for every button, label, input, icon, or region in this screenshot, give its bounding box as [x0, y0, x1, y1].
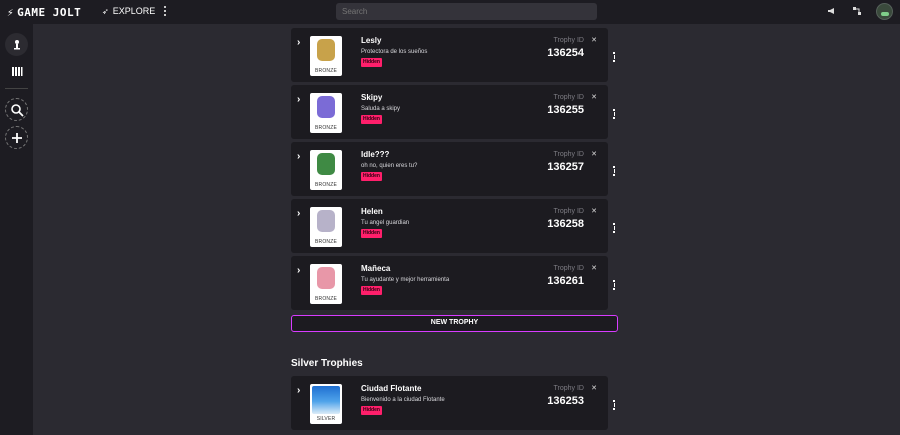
library-icon[interactable]	[5, 33, 28, 56]
close-icon[interactable]: ✕	[591, 93, 597, 101]
expand-chevron-icon[interactable]: ›	[297, 94, 300, 105]
trophy-id-label: Trophy ID	[553, 94, 584, 101]
trophy-description: Bienvenido a la ciudad Flotante	[361, 397, 445, 403]
explore-label: EXPLORE	[112, 6, 156, 16]
expand-chevron-icon[interactable]: ›	[297, 265, 300, 276]
stats-icon[interactable]	[5, 59, 28, 82]
close-icon[interactable]: ✕	[591, 264, 597, 272]
trophy-name: Idle???	[361, 150, 390, 159]
trophy-card[interactable]: › SILVER Ciudad Flotante Bienvenido a la…	[291, 376, 608, 430]
character-sprite	[317, 267, 335, 289]
hidden-badge: Hidden	[361, 58, 382, 67]
trophy-card[interactable]: › BRONZE Lesly Protectora de los sueños …	[291, 28, 608, 82]
add-icon[interactable]	[5, 126, 28, 149]
trophy-tier: BRONZE	[314, 125, 338, 131]
trophy-card[interactable]: › BRONZE Idle??? oh no, quien eres tu? H…	[291, 142, 608, 196]
close-icon[interactable]: ✕	[591, 150, 597, 158]
trophy-description: Tu angel guardian	[361, 220, 410, 226]
new-trophy-button[interactable]: NEW TROPHY	[291, 315, 618, 332]
trophy-name: Lesly	[361, 36, 382, 45]
logo-text: GAME JOLT	[17, 5, 82, 19]
expand-chevron-icon[interactable]: ›	[297, 385, 300, 396]
trophy-description: oh no, quien eres tu?	[361, 163, 418, 169]
character-sprite	[317, 210, 335, 232]
trophy-thumbnail: BRONZE	[310, 36, 342, 76]
trophy-id-label: Trophy ID	[553, 385, 584, 392]
hidden-badge: Hidden	[361, 286, 382, 295]
more-menu-icon[interactable]	[161, 4, 169, 18]
trophy-thumbnail: BRONZE	[310, 93, 342, 133]
top-nav-bar: ⚡ GAME JOLT ➶ EXPLORE	[0, 0, 900, 24]
drag-handle-icon[interactable]	[612, 109, 616, 119]
explore-link[interactable]: ➶ EXPLORE	[102, 6, 155, 16]
trophy-thumbnail: BRONZE	[310, 207, 342, 247]
trophy-thumbnail: BRONZE	[310, 264, 342, 304]
character-sprite	[317, 96, 335, 118]
trophy-description: Tu ayudante y mejor herramienta	[361, 277, 450, 283]
trophy-tier: BRONZE	[314, 68, 338, 74]
left-sidebar	[0, 24, 33, 435]
trophy-id-value: 136255	[547, 104, 584, 116]
trophy-name: Mañeca	[361, 264, 391, 273]
trophy-thumbnail: SILVER	[310, 384, 342, 424]
hidden-badge: Hidden	[361, 172, 382, 181]
expand-chevron-icon[interactable]: ›	[297, 151, 300, 162]
close-icon[interactable]: ✕	[591, 36, 597, 44]
expand-chevron-icon[interactable]: ›	[297, 37, 300, 48]
trophy-card[interactable]: › BRONZE Helen Tu angel guardian Hidden …	[291, 199, 608, 253]
close-icon[interactable]: ✕	[591, 384, 597, 392]
search-input[interactable]	[336, 3, 597, 20]
trophy-card[interactable]: › BRONZE Mañeca Tu ayudante y mejor herr…	[291, 256, 608, 310]
drag-handle-icon[interactable]	[612, 280, 616, 290]
trophy-name: Helen	[361, 207, 383, 216]
drag-handle-icon[interactable]	[612, 166, 616, 176]
trophy-tier: BRONZE	[314, 296, 338, 302]
user-avatar[interactable]	[876, 3, 893, 20]
hidden-badge: Hidden	[361, 115, 382, 124]
hidden-badge: Hidden	[361, 229, 382, 238]
section-title-silver: Silver Trophies	[291, 358, 363, 369]
trophy-card[interactable]: › BRONZE Skipy Saluda a skipy Hidden Tro…	[291, 85, 608, 139]
trophy-id-value: 136254	[547, 47, 584, 59]
discover-icon[interactable]	[5, 98, 28, 121]
trophy-description: Protectora de los sueños	[361, 49, 428, 55]
hidden-badge: Hidden	[361, 406, 382, 415]
floating-city-image	[312, 386, 340, 414]
activity-icon[interactable]	[851, 6, 863, 18]
drag-handle-icon[interactable]	[612, 400, 616, 410]
trophy-name: Skipy	[361, 93, 383, 102]
trophy-id-value: 136258	[547, 218, 584, 230]
game-jolt-logo[interactable]: ⚡ GAME JOLT	[7, 5, 81, 19]
sidebar-divider	[5, 88, 28, 89]
trophy-id-value: 136261	[547, 275, 584, 287]
trophy-thumbnail: BRONZE	[310, 150, 342, 190]
drag-handle-icon[interactable]	[612, 223, 616, 233]
trophy-tier: BRONZE	[314, 182, 338, 188]
megaphone-icon[interactable]	[826, 6, 838, 18]
trophy-id-label: Trophy ID	[553, 37, 584, 44]
drag-handle-icon[interactable]	[612, 52, 616, 62]
trophy-tier: SILVER	[316, 416, 336, 422]
trophy-id-label: Trophy ID	[553, 151, 584, 158]
compass-icon: ➶	[102, 6, 109, 16]
trophy-id-value: 136257	[547, 161, 584, 173]
logo-icon: ⚡	[7, 5, 15, 19]
trophy-id-value: 136253	[547, 395, 584, 407]
close-icon[interactable]: ✕	[591, 207, 597, 215]
expand-chevron-icon[interactable]: ›	[297, 208, 300, 219]
trophy-description: Saluda a skipy	[361, 106, 401, 112]
character-sprite	[317, 39, 335, 61]
character-sprite	[317, 153, 335, 175]
trophy-name: Ciudad Flotante	[361, 384, 422, 393]
trophy-id-label: Trophy ID	[553, 208, 584, 215]
trophy-tier: BRONZE	[314, 239, 338, 245]
trophy-id-label: Trophy ID	[553, 265, 584, 272]
